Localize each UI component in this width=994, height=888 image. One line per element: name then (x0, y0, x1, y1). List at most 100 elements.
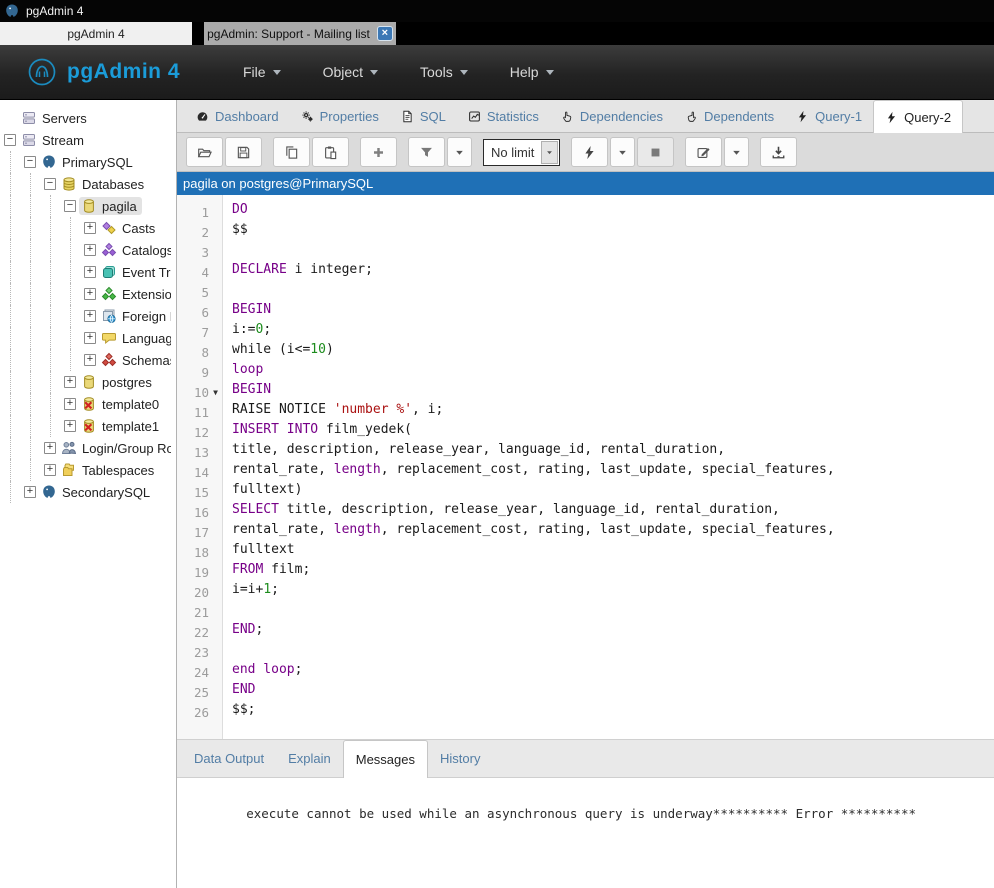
menu-object[interactable]: Object (323, 64, 378, 80)
collapse-toggle[interactable]: − (64, 200, 76, 212)
tree-item-secondarysql[interactable]: +SecondarySQL (0, 481, 176, 503)
menu-help[interactable]: Help (510, 64, 554, 80)
tree-guide (43, 327, 63, 349)
output-tab-explain[interactable]: Explain (276, 740, 343, 777)
fold-marker-icon[interactable]: ▼ (209, 388, 222, 397)
save-button[interactable] (225, 137, 262, 167)
execute-button[interactable] (571, 137, 608, 167)
tree-item-databases[interactable]: − Databases (0, 173, 176, 195)
expand-toggle[interactable]: + (84, 222, 96, 234)
filter-button[interactable] (408, 137, 445, 167)
open-file-button[interactable] (186, 137, 223, 167)
expand-toggle[interactable]: + (64, 420, 76, 432)
gutter-cell: 25 (177, 682, 222, 702)
execute-dropdown-button[interactable] (610, 137, 635, 167)
gutter-cell: 19 (177, 562, 222, 582)
tree-item-template1[interactable]: + template1 (0, 415, 176, 437)
collapse-toggle[interactable]: − (4, 134, 16, 146)
tree-item-servers[interactable]: Servers (0, 107, 176, 129)
copy-button[interactable] (273, 137, 310, 167)
tab-query-1[interactable]: Query-1 (785, 100, 873, 132)
chevron-down-icon (273, 70, 281, 75)
menu-tools[interactable]: Tools (420, 64, 468, 80)
dependencies-icon (561, 110, 574, 123)
window-tab-pgadmin-4[interactable]: pgAdmin 4 (0, 22, 192, 45)
expand-toggle[interactable]: + (64, 376, 76, 388)
tab-statistics[interactable]: Statistics (457, 100, 550, 132)
expand-toggle[interactable]: + (84, 354, 96, 366)
filter-dropdown-button[interactable] (447, 137, 472, 167)
tree-item-primarysql[interactable]: −PrimarySQL (0, 151, 176, 173)
tablespaces-icon (61, 462, 77, 478)
tree-item-stream[interactable]: −Stream (0, 129, 176, 151)
line-number: 7 (177, 325, 209, 340)
expand-toggle[interactable]: + (44, 442, 56, 454)
tree-item-foreign-d[interactable]: +Foreign D (0, 305, 176, 327)
tree-item-event-tri[interactable]: +Event Tri (0, 261, 176, 283)
tree-item-casts[interactable]: +Casts (0, 217, 176, 239)
output-tab-data-output[interactable]: Data Output (182, 740, 276, 777)
tree-item-label: template1 (102, 419, 159, 434)
tab-properties[interactable]: Properties (290, 100, 390, 132)
expand-toggle[interactable]: + (84, 332, 96, 344)
tree-item-inner: Tablespaces (59, 461, 159, 479)
tree-guide (23, 195, 43, 217)
tree-item-postgres[interactable]: +postgres (0, 371, 176, 393)
code-line-17: rental_rate, length, replacement_cost, r… (232, 522, 994, 542)
tab-sql[interactable]: SQL (390, 100, 457, 132)
tree-guide (3, 283, 23, 305)
tree-item-extension[interactable]: +Extension (0, 283, 176, 305)
collapse-toggle[interactable]: − (44, 178, 56, 190)
expand-toggle[interactable]: + (84, 310, 96, 322)
edit-button[interactable] (685, 137, 722, 167)
edit-dropdown-button[interactable] (724, 137, 749, 167)
tab-label: Dependencies (580, 109, 663, 124)
expand-toggle[interactable]: + (64, 398, 76, 410)
window-tab-pgadmin-support-mailing-list[interactable]: pgAdmin: Support - Mailing list× (204, 22, 396, 45)
tree-guide (43, 349, 63, 371)
sql-editor[interactable]: 12345678910▼1112131415161718192021222324… (177, 195, 994, 740)
message-text: execute cannot be used while an asynchro… (246, 806, 916, 821)
download-button[interactable] (760, 137, 797, 167)
paste-icon (323, 145, 338, 160)
query-icon (885, 111, 898, 124)
output-tab-messages[interactable]: Messages (343, 740, 428, 778)
expand-toggle[interactable]: + (24, 486, 36, 498)
connection-label: pagila on postgres@PrimarySQL (183, 176, 373, 191)
tree-item-pagila[interactable]: −pagila (0, 195, 176, 217)
expand-toggle[interactable]: + (84, 244, 96, 256)
tab-dependencies[interactable]: Dependencies (550, 100, 674, 132)
tree-item-label: Login/Group Rol (82, 441, 171, 456)
tree-item-inner: postgres (79, 373, 157, 391)
add-button[interactable] (360, 137, 397, 167)
tree-item-language[interactable]: +Language (0, 327, 176, 349)
editor-code[interactable]: DO$$DECLARE i integer;BEGINi:=0;while (i… (223, 195, 994, 739)
tree-item-catalogs[interactable]: +Catalogs (0, 239, 176, 261)
expand-toggle[interactable]: + (84, 266, 96, 278)
sql-icon (401, 110, 414, 123)
output-tab-history[interactable]: History (428, 740, 492, 777)
connection-bar: pagila on postgres@PrimarySQL (177, 172, 994, 195)
tree-item-label: Databases (82, 177, 144, 192)
close-icon[interactable]: × (377, 26, 393, 41)
code-line-9: loop (232, 362, 994, 382)
collapse-toggle[interactable]: − (24, 156, 36, 168)
tree-item-label: Schemas (122, 353, 171, 368)
tab-dashboard[interactable]: Dashboard (185, 100, 290, 132)
toolbar-group (685, 137, 749, 167)
row-limit-select[interactable]: No limit (483, 139, 560, 166)
tree-item-tablespaces[interactable]: +Tablespaces (0, 459, 176, 481)
tree-item-login-group-rol[interactable]: + Login/Group Rol (0, 437, 176, 459)
expand-toggle[interactable]: + (44, 464, 56, 476)
stop-button[interactable] (637, 137, 674, 167)
gutter-cell: 11 (177, 402, 222, 422)
tab-dependents[interactable]: Dependents (674, 100, 785, 132)
code-line-10: BEGIN (232, 382, 994, 402)
tab-query-2[interactable]: Query-2 (873, 100, 963, 133)
paste-button[interactable] (312, 137, 349, 167)
menu-file[interactable]: File (243, 64, 281, 80)
tree-item-template0[interactable]: +template0 (0, 393, 176, 415)
menu-bar: File Object Tools Help (222, 64, 575, 80)
expand-toggle[interactable]: + (84, 288, 96, 300)
tree-item-schemas[interactable]: + Schemas (0, 349, 176, 371)
